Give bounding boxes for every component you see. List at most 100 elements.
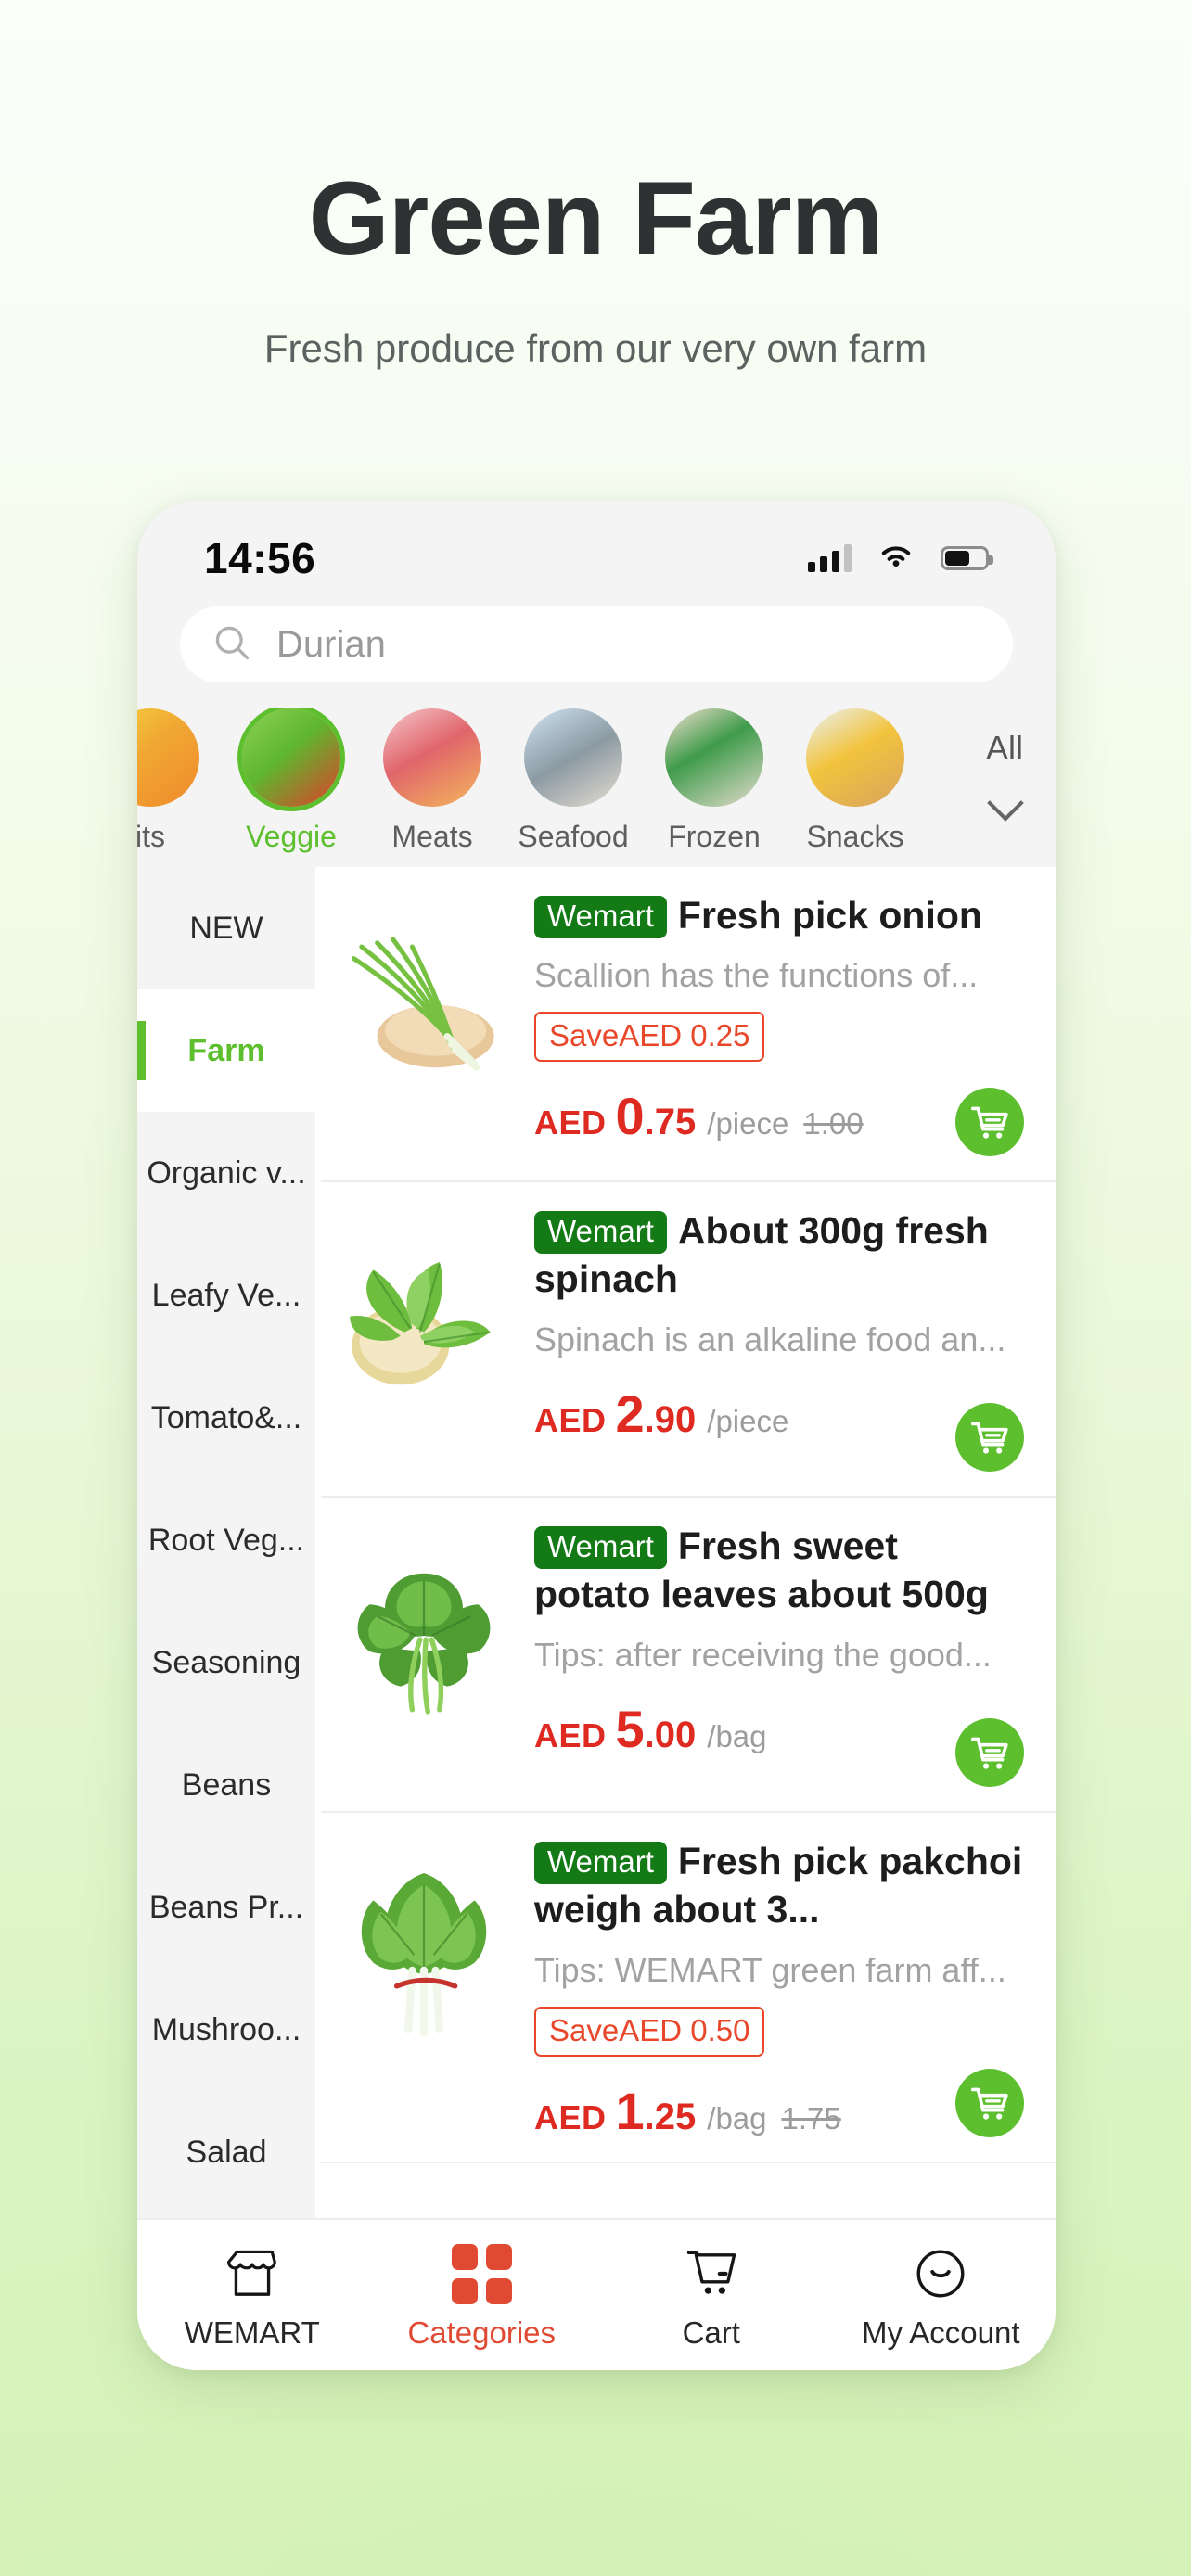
sidebar-item-beans[interactable]: Beans [137, 1724, 315, 1846]
status-bar-time: 14:56 [204, 534, 316, 582]
veggie-category-icon [242, 708, 340, 807]
product-description: Tips: after receiving the good... [534, 1635, 992, 1674]
price-decimal: .90 [644, 1398, 697, 1440]
sidebar-item-label: Beans [181, 1766, 272, 1803]
product-row[interactable]: Wemart Fresh pick onion Scallion has the … [321, 867, 1056, 1182]
signal-bars-icon [808, 544, 852, 572]
tab-label: Categories [407, 2315, 557, 2350]
product-title-line: Wemart About 300g fresh spinach [534, 1206, 1024, 1304]
sidebar-item-farm[interactable]: Farm [137, 989, 315, 1112]
price-decimal: .25 [644, 2096, 697, 2137]
tab-cart[interactable]: Cart [596, 2239, 826, 2351]
frozen-category-icon [665, 708, 763, 807]
save-badge: SaveAED 0.50 [534, 2006, 765, 2057]
pakchoi-bunch-image [327, 1837, 521, 2050]
category-item-veggie[interactable]: Veggie [221, 708, 362, 854]
product-title-line: Wemart Fresh pick pakchoi weigh about 3..… [534, 1837, 1024, 1934]
price-currency: AED [534, 1400, 607, 1439]
category-strip: its Veggie Meats Seafood Frozen Snacks A… [137, 703, 1056, 867]
search-icon [211, 622, 252, 668]
sidebar-item-label: NEW [189, 910, 263, 946]
save-badge: SaveAED 0.25 [534, 1012, 765, 1063]
category-label: Snacks [806, 820, 904, 853]
chevron-down-icon [989, 788, 1020, 820]
battery-icon [941, 546, 993, 570]
category-label: Frozen [668, 820, 761, 853]
category-all-button[interactable]: All [954, 708, 1056, 820]
product-row[interactable]: Wemart About 300g fresh spinach Spinach i… [321, 1182, 1056, 1498]
status-bar-icons [808, 542, 993, 576]
sidebar-item-seasoning[interactable]: Seasoning [137, 1601, 315, 1724]
meats-category-icon [383, 708, 481, 807]
bottom-tab-bar: WEMART Categories Cart My Account [137, 2218, 1056, 2370]
price-currency: AED [534, 1103, 607, 1142]
price-unit: /bag [707, 1718, 767, 1753]
price-amount: 2.90 [616, 1384, 697, 1444]
sidebar-item-label: Mushroo... [151, 2011, 301, 2047]
product-list[interactable]: Wemart Fresh pick onion Scallion has the … [315, 867, 1056, 2218]
sidebar-item-label: Organic v... [147, 1154, 306, 1191]
page-title: Green Farm [308, 160, 884, 276]
product-info: Wemart Fresh pick pakchoi weigh about 3..… [521, 1837, 1024, 2141]
store-icon [137, 2239, 367, 2308]
status-bar: 14:56 [137, 501, 1056, 603]
category-label: Veggie [246, 820, 337, 853]
price-amount: 1.25 [616, 2081, 697, 2141]
sweet-potato-leaves-image [327, 1522, 521, 1735]
category-sidebar[interactable]: NEW Farm Organic v... Leafy Ve... Tomato… [137, 867, 315, 2218]
product-info: Wemart Fresh sweet potato leaves about 50… [521, 1522, 1024, 1759]
tab-wemart[interactable]: WEMART [137, 2239, 367, 2351]
add-to-cart-button[interactable] [955, 1718, 1024, 1787]
grid-icon [367, 2239, 597, 2308]
sidebar-item-label: Root Veg... [147, 1522, 305, 1558]
product-title-line: Wemart Fresh sweet potato leaves about 50… [534, 1522, 1024, 1619]
category-item-fruits[interactable]: its [137, 708, 221, 854]
wifi-icon [876, 542, 916, 576]
product-row[interactable]: Wemart Fresh sweet potato leaves about 50… [321, 1498, 1056, 1813]
sidebar-item-root-veg[interactable]: Root Veg... [137, 1479, 315, 1601]
product-info: Wemart Fresh pick onion Scallion has the … [521, 891, 1024, 1146]
add-to-cart-button[interactable] [955, 1088, 1024, 1156]
tab-label: Cart [682, 2315, 740, 2350]
price-currency: AED [534, 1715, 607, 1754]
price-integer: 1 [615, 2081, 645, 2140]
add-to-cart-button[interactable] [955, 1403, 1024, 1472]
shopping-cart-icon [596, 2239, 826, 2308]
add-to-cart-button[interactable] [955, 2068, 1024, 2137]
price-amount: 0.75 [616, 1086, 697, 1146]
smiley-face-icon [826, 2239, 1057, 2308]
sidebar-item-label: Salad [186, 2134, 267, 2170]
category-scroller[interactable]: its Veggie Meats Seafood Frozen Snacks [137, 708, 954, 854]
category-label: its [137, 820, 165, 853]
sidebar-item-label: Leafy Ve... [151, 1277, 301, 1313]
category-item-frozen[interactable]: Frozen [644, 708, 785, 854]
sidebar-item-salad[interactable]: Salad [137, 2091, 315, 2213]
category-item-snacks[interactable]: Snacks [785, 708, 926, 854]
tab-categories[interactable]: Categories [367, 2239, 597, 2351]
category-item-seafood[interactable]: Seafood [503, 708, 644, 854]
product-title-line: Wemart Fresh pick onion [534, 891, 1024, 939]
price-unit: /piece [707, 1403, 789, 1438]
category-label: Meats [391, 820, 473, 853]
product-description: Scallion has the functions of... [534, 956, 979, 995]
sidebar-item-tomato[interactable]: Tomato&... [137, 1357, 315, 1479]
sidebar-item-mushroom[interactable]: Mushroo... [137, 1969, 315, 2091]
price-unit: /piece [707, 1106, 789, 1141]
price-currency: AED [534, 2098, 607, 2136]
sidebar-item-beans-products[interactable]: Beans Pr... [137, 1846, 315, 1969]
sidebar-item-organic[interactable]: Organic v... [137, 1112, 315, 1234]
search-input[interactable]: Durian [180, 606, 1013, 682]
category-label: Seafood [518, 820, 629, 853]
tab-label: WEMART [184, 2315, 320, 2350]
brand-badge: Wemart [534, 896, 667, 939]
sidebar-item-leafy[interactable]: Leafy Ve... [137, 1234, 315, 1357]
brand-badge: Wemart [534, 1526, 667, 1570]
sidebar-item-new[interactable]: NEW [137, 867, 315, 989]
price-integer: 2 [615, 1384, 645, 1443]
tab-my-account[interactable]: My Account [826, 2239, 1057, 2351]
product-row[interactable]: Wemart Fresh pick pakchoi weigh about 3..… [321, 1813, 1056, 2163]
scallion-onion-image [327, 891, 521, 1104]
category-all-label: All [985, 729, 1023, 767]
price-amount: 5.00 [616, 1699, 697, 1759]
category-item-meats[interactable]: Meats [362, 708, 503, 854]
